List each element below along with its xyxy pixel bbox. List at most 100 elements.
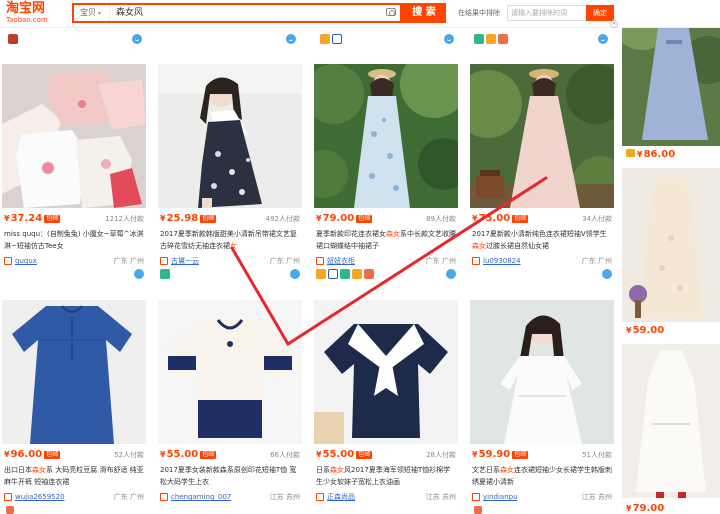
product-title[interactable]: 出口日本森女系 大码亮粒豆腐 滑布舒适 纯亚麻牛开裤 短袖连衣裙 (4, 464, 144, 488)
gift-icon (498, 34, 508, 44)
location: 江苏 苏州 (269, 493, 300, 501)
free-shipping-badge: 包邮 (44, 215, 61, 223)
sales-count: 66人付款 (270, 451, 300, 459)
shop-icon (4, 257, 12, 265)
side-product-card[interactable]: ¥79.00 (622, 344, 720, 514)
prev-row-strip-3 (314, 28, 458, 50)
price-row: ¥25.98 包邮 492人付款 (158, 212, 302, 226)
location: 江苏 苏州 (425, 493, 456, 501)
wangwang-icon[interactable] (446, 269, 456, 279)
location: 广东 广州 (425, 257, 456, 265)
search-scope-select[interactable]: 宝贝 ▾ (74, 5, 110, 21)
shop-row: 妞妞衣柜 广东 广州 (314, 255, 458, 267)
prev-row-strip-1 (0, 28, 150, 50)
shop-icon (316, 257, 324, 265)
store-badge-icon (160, 269, 170, 279)
product-image-floral-dress-forest[interactable] (314, 64, 458, 208)
side-product-image-lace-dress[interactable] (622, 168, 720, 322)
wangwang-icon[interactable] (286, 34, 296, 44)
side-product-card[interactable]: ¥59.00 (622, 168, 720, 340)
product-title[interactable]: 2017夏季新款韩版甜美小清新吊带裙文艺复古碎花雪纺无袖连衣裙女 (160, 228, 300, 252)
shop-icon (160, 493, 168, 501)
close-icon[interactable]: × (610, 20, 618, 28)
prev-row-strip-2 (158, 28, 302, 50)
product-image-blue-linen-dress[interactable] (2, 300, 146, 444)
price: ¥37.24 包邮 (4, 213, 61, 224)
shop-link[interactable]: 妞妞衣柜 (327, 255, 355, 267)
location: 广东 广州 (113, 493, 144, 501)
exclude-confirm-button[interactable]: 确定 (586, 5, 614, 21)
wangwang-icon[interactable] (598, 34, 608, 44)
new-icon (352, 269, 362, 279)
sales-count: 28人付款 (426, 451, 456, 459)
shop-icon (4, 493, 12, 501)
shop-link[interactable]: chengaming_007 (171, 491, 231, 503)
sales-count: 492人付款 (265, 215, 300, 223)
price: ¥75.00 包邮 (472, 213, 529, 224)
shop-link[interactable]: wujia2659520 (15, 491, 65, 503)
shop-link[interactable]: ququx (15, 255, 37, 267)
side-product-image-white-lace-dress[interactable] (622, 344, 720, 498)
product-title[interactable]: 文艺日系森女连衣裙短袖少女长裙学生韩版刺绣夏裙小清新 (472, 464, 612, 488)
side-price: ¥59.00 (626, 325, 665, 336)
free-shipping-badge: 包邮 (512, 451, 529, 459)
gift-icon (364, 269, 374, 279)
free-shipping-badge: 包邮 (512, 215, 529, 223)
shop-link[interactable]: yindianpu (483, 491, 518, 503)
shop-link[interactable]: 正森尚品 (327, 491, 355, 503)
price-row: ¥55.00 包邮 66人付款 (158, 448, 302, 462)
camera-icon[interactable] (386, 8, 396, 16)
shop-icon (160, 257, 168, 265)
product-title[interactable]: 2017夏季女装新款森系原创印花短袖T恤 宽松大码学生上衣 (160, 464, 300, 488)
product-title[interactable]: miss ququ：(自制兔兔) 小魔女~草莓^冰淇淋~短袖仿古Tee女 (4, 228, 144, 252)
wangwang-icon[interactable] (290, 269, 300, 279)
crown-icon (626, 149, 635, 157)
product-card[interactable]: ¥96.00 包邮 52人付款 出口日本森女系 大码亮粒豆腐 滑布舒适 纯亚麻牛开… (2, 300, 146, 514)
logo-chinese: 淘宝网 (6, 1, 46, 16)
price: ¥59.90 包邮 (472, 449, 529, 460)
assure-icon (474, 34, 484, 44)
product-image-floral-slip-dress[interactable] (158, 64, 302, 208)
exclude-label: 在结果中排除 (458, 9, 500, 17)
product-card[interactable]: ¥25.98 包邮 492人付款 2017夏季新款韩版甜美小清新吊带裙文艺复古碎花… (158, 64, 302, 279)
product-image-printed-tee[interactable] (158, 300, 302, 444)
new-icon (486, 34, 496, 44)
wangwang-icon[interactable] (134, 269, 144, 279)
sales-count: 1212人付款 (105, 215, 144, 223)
shop-row: wujia2659520 广东 广州 (2, 491, 146, 503)
product-image-sailor-tee[interactable] (314, 300, 458, 444)
product-card[interactable]: ¥79.00 包邮 89人付款 夏季新款印花连衣裙女森女系中长款文艺收腰裙口蝴蝶结… (314, 64, 458, 279)
service-row (470, 269, 614, 281)
taobao-logo[interactable]: 淘宝网 Taobao.com (6, 2, 62, 26)
product-title[interactable]: 日系森女风2017夏季海军领短袖T恤衫棉学生少女软妹子宽松上衣油画 (316, 464, 456, 488)
sales-count: 52人付款 (114, 451, 144, 459)
shop-link[interactable]: 古黛一云 (171, 255, 199, 267)
exclude-input[interactable]: 请输入要排除的词 (507, 5, 591, 21)
shop-link[interactable]: lu0930824 (483, 255, 521, 267)
wangwang-icon[interactable] (132, 34, 142, 44)
wangwang-icon[interactable] (444, 34, 454, 44)
product-image-white-dress[interactable] (470, 300, 614, 444)
product-card[interactable]: ¥59.90 包邮 51人付款 文艺日系森女连衣裙短袖少女长裙学生韩版刺绣夏裙小清… (470, 300, 614, 514)
product-card[interactable]: ¥55.00 包邮 28人付款 日系森女风2017夏季海军领短袖T恤衫棉学生少女软… (314, 300, 458, 514)
price: ¥25.98 包邮 (160, 213, 217, 224)
product-image-tees[interactable] (2, 64, 146, 208)
product-title[interactable]: 夏季新款印花连衣裙女森女系中长款文艺收腰裙口蝴蝶结中袖裙子 (316, 228, 456, 252)
location: 广东 广州 (113, 257, 144, 265)
taobao-search-results-page: 淘宝网 Taobao.com 宝贝 ▾ 森女风 搜 索 在结果中排除 请输入要排除… (0, 0, 720, 514)
brand-icon (328, 269, 338, 279)
shop-row: lu0930824 广东 广州 (470, 255, 614, 267)
product-image-pink-dress-forest[interactable] (470, 64, 614, 208)
product-title[interactable]: 2017夏新款小清新纯色连衣裙短袖V领学生森女过膝长裙自然仙女裙 (472, 228, 612, 252)
product-card[interactable]: ¥75.00 包邮 34人付款 2017夏新款小清新纯色连衣裙短袖V领学生森女过膝… (470, 64, 614, 279)
search-button[interactable]: 搜 索 (402, 3, 446, 23)
search-input[interactable]: 森女风 (116, 5, 143, 21)
free-shipping-badge: 包邮 (200, 451, 217, 459)
logo-english: Taobao.com (6, 16, 48, 24)
product-card[interactable]: ¥55.00 包邮 66人付款 2017夏季女装新款森系原创印花短袖T恤 宽松大码… (158, 300, 302, 514)
wangwang-icon[interactable] (602, 269, 612, 279)
product-card[interactable]: ¥37.24 包邮 1212人付款 miss ququ：(自制兔兔) 小魔女~草莓… (2, 64, 146, 279)
store-badge-icon (8, 34, 18, 44)
location: 广东 广州 (581, 257, 612, 265)
location: 广东 广州 (269, 257, 300, 265)
